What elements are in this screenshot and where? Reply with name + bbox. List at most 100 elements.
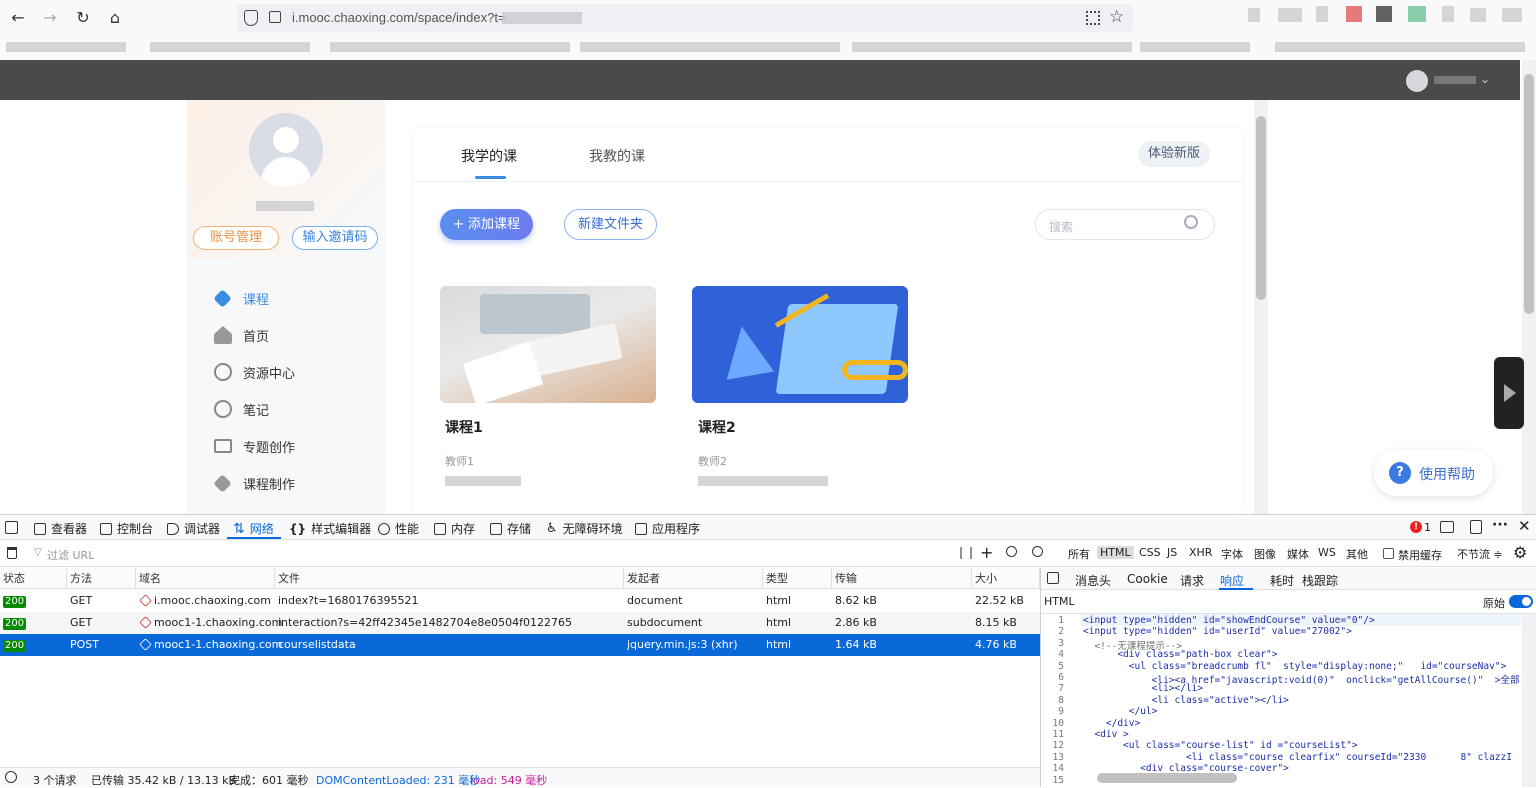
raw-toggle[interactable] <box>1509 595 1533 608</box>
tab-my-learn[interactable]: 我学的课 <box>461 146 517 166</box>
column-header[interactable]: 传输 <box>832 568 972 589</box>
sidebar-item-label: 笔记 <box>243 403 270 419</box>
url-text[interactable]: i.mooc.chaoxing.com/space/index?t= <box>292 10 506 25</box>
code-scrollbar[interactable] <box>1522 614 1536 787</box>
pick-element-icon[interactable] <box>5 521 18 534</box>
disable-cache-checkbox[interactable] <box>1383 548 1394 559</box>
bookmark-star-icon[interactable]: ☆ <box>1109 7 1124 27</box>
page-scrollbar[interactable] <box>1254 100 1268 514</box>
course-title[interactable]: 课程2 <box>698 417 736 437</box>
window-scrollbar[interactable] <box>1522 60 1536 514</box>
trash-icon[interactable] <box>7 547 17 559</box>
add-course-button[interactable]: + 添加课程 <box>440 209 533 240</box>
table-cell-method: GET <box>70 616 93 629</box>
sidebar-item-home[interactable]: 首页 <box>214 325 269 345</box>
more-icon[interactable]: ··· <box>1492 517 1508 533</box>
tab-style-editor[interactable]: {} 样式编辑器 <box>289 520 371 537</box>
detail-tab[interactable]: 栈跟踪 <box>1302 572 1338 589</box>
error-icon[interactable]: ! <box>1410 521 1422 533</box>
tab-inspector[interactable]: 查看器 <box>34 520 87 537</box>
line-number: 15 <box>1052 774 1064 786</box>
url-bar[interactable]: i.mooc.chaoxing.com/space/index?t= ☆ <box>237 4 1133 32</box>
sidebar-item-course[interactable]: 课程 <box>213 288 269 308</box>
forward-icon[interactable]: → <box>39 7 61 29</box>
throttle-select[interactable]: 不节流 ≑ <box>1457 546 1503 562</box>
detail-tab[interactable]: 消息头 <box>1075 572 1111 589</box>
code-hscroll[interactable] <box>1097 773 1237 783</box>
search-icon[interactable] <box>1184 215 1198 229</box>
search-icon[interactable] <box>1006 546 1017 557</box>
course-cover-1[interactable] <box>440 286 656 403</box>
account-manage-button[interactable]: 账号管理 <box>193 226 279 250</box>
type-filter-4[interactable]: XHR <box>1186 546 1215 559</box>
sidebar-item-topic[interactable]: 专题创作 <box>214 436 295 456</box>
type-filter-1[interactable]: HTML <box>1097 546 1134 559</box>
column-header[interactable]: 发起者 <box>624 568 763 589</box>
home-icon[interactable]: ⌂ <box>104 7 126 29</box>
type-filter-9[interactable]: 其他 <box>1343 546 1371 562</box>
chevron-down-icon[interactable]: ⌄ <box>1480 72 1490 86</box>
split-console-icon[interactable] <box>1470 520 1482 534</box>
detail-tab[interactable]: 请求 <box>1180 572 1204 589</box>
shield-icon[interactable] <box>244 10 258 26</box>
profile-avatar[interactable] <box>249 113 323 187</box>
qr-code-icon[interactable] <box>1086 11 1100 25</box>
tab-memory[interactable]: 内存 <box>434 520 475 537</box>
course-cover-2[interactable] <box>692 286 908 403</box>
dock-icon[interactable] <box>1440 521 1454 533</box>
invite-code-button[interactable]: 输入邀请码 <box>292 226 378 250</box>
add-icon[interactable]: + <box>980 543 993 562</box>
table-row[interactable]: 200 POST mooc1-1.chaoxing.com courselistdat… <box>0 634 1040 656</box>
reload-icon[interactable]: ↻ <box>72 7 94 29</box>
column-header[interactable]: 类型 <box>763 568 832 589</box>
sidebar-item-course-make[interactable]: 课程制作 <box>213 473 295 493</box>
lock-icon[interactable] <box>269 11 281 23</box>
tab-debugger[interactable]: 调试器 <box>167 520 220 537</box>
timer-icon <box>5 771 17 783</box>
detail-tab[interactable]: 响应 <box>1220 572 1244 589</box>
bookmarks-bar <box>0 36 1536 60</box>
detail-tab[interactable]: 耗时 <box>1270 572 1294 589</box>
tab-accessibility[interactable]: ♿ 无障碍环境 <box>546 520 623 537</box>
type-filter-6[interactable]: 图像 <box>1251 546 1279 562</box>
type-filter-2[interactable]: CSS <box>1136 546 1164 559</box>
filter-url-input[interactable]: 过滤 URL <box>47 547 94 563</box>
tab-console[interactable]: 控制台 <box>100 520 153 537</box>
back-icon[interactable]: ← <box>7 7 29 29</box>
avatar-icon[interactable] <box>1406 70 1428 92</box>
tab-storage[interactable]: 存储 <box>490 520 531 537</box>
side-toggle-button[interactable] <box>1494 357 1524 429</box>
type-filter-5[interactable]: 字体 <box>1218 546 1246 562</box>
table-row[interactable]: 200 GET i.mooc.chaoxing.com index?t=1680176… <box>0 590 1040 612</box>
type-filter-3[interactable]: JS <box>1164 546 1180 559</box>
error-count[interactable]: 1 <box>1424 521 1431 534</box>
type-filter-8[interactable]: WS <box>1315 546 1339 559</box>
tab-performance[interactable]: 性能 <box>378 520 419 537</box>
search-input[interactable]: 搜索 <box>1035 209 1215 240</box>
settings-gear-icon[interactable]: ⚙ <box>1513 543 1527 562</box>
table-row[interactable]: 200 GET mooc1-1.chaoxing.com interaction?s=… <box>0 612 1040 634</box>
detail-tab[interactable]: Cookie <box>1127 572 1168 586</box>
column-header[interactable]: 大小 <box>972 568 1040 589</box>
column-header[interactable]: 文件 <box>275 568 624 589</box>
help-button[interactable]: ? 使用帮助 <box>1374 450 1493 496</box>
try-new-version-button[interactable]: 体验新版 <box>1138 141 1210 167</box>
tab-label: 存储 <box>507 522 532 536</box>
sidebar-item-notes[interactable]: 笔记 <box>214 399 269 419</box>
tab-application[interactable]: 应用程序 <box>635 520 700 537</box>
block-icon[interactable] <box>1032 546 1043 557</box>
pause-icon[interactable]: ❘❘ <box>956 545 976 559</box>
tab-network[interactable]: ⇅ 网络 <box>233 520 274 537</box>
close-icon[interactable]: ✕ <box>1518 517 1531 535</box>
toggle-sidebar-icon[interactable] <box>1047 572 1059 584</box>
column-header[interactable]: 状态 <box>0 568 67 589</box>
column-header[interactable]: 域名 <box>136 568 275 589</box>
column-header[interactable]: 方法 <box>67 568 136 589</box>
tab-my-teach[interactable]: 我教的课 <box>589 146 645 166</box>
code-line: <ul class="course-list" id ="courseList"… <box>1083 740 1358 752</box>
type-filter-7[interactable]: 媒体 <box>1284 546 1312 562</box>
course-title[interactable]: 课程1 <box>445 417 483 437</box>
new-folder-button[interactable]: 新建文件夹 <box>564 209 657 240</box>
sidebar-item-resources[interactable]: 资源中心 <box>214 362 295 382</box>
type-filter-0[interactable]: 所有 <box>1065 546 1093 562</box>
